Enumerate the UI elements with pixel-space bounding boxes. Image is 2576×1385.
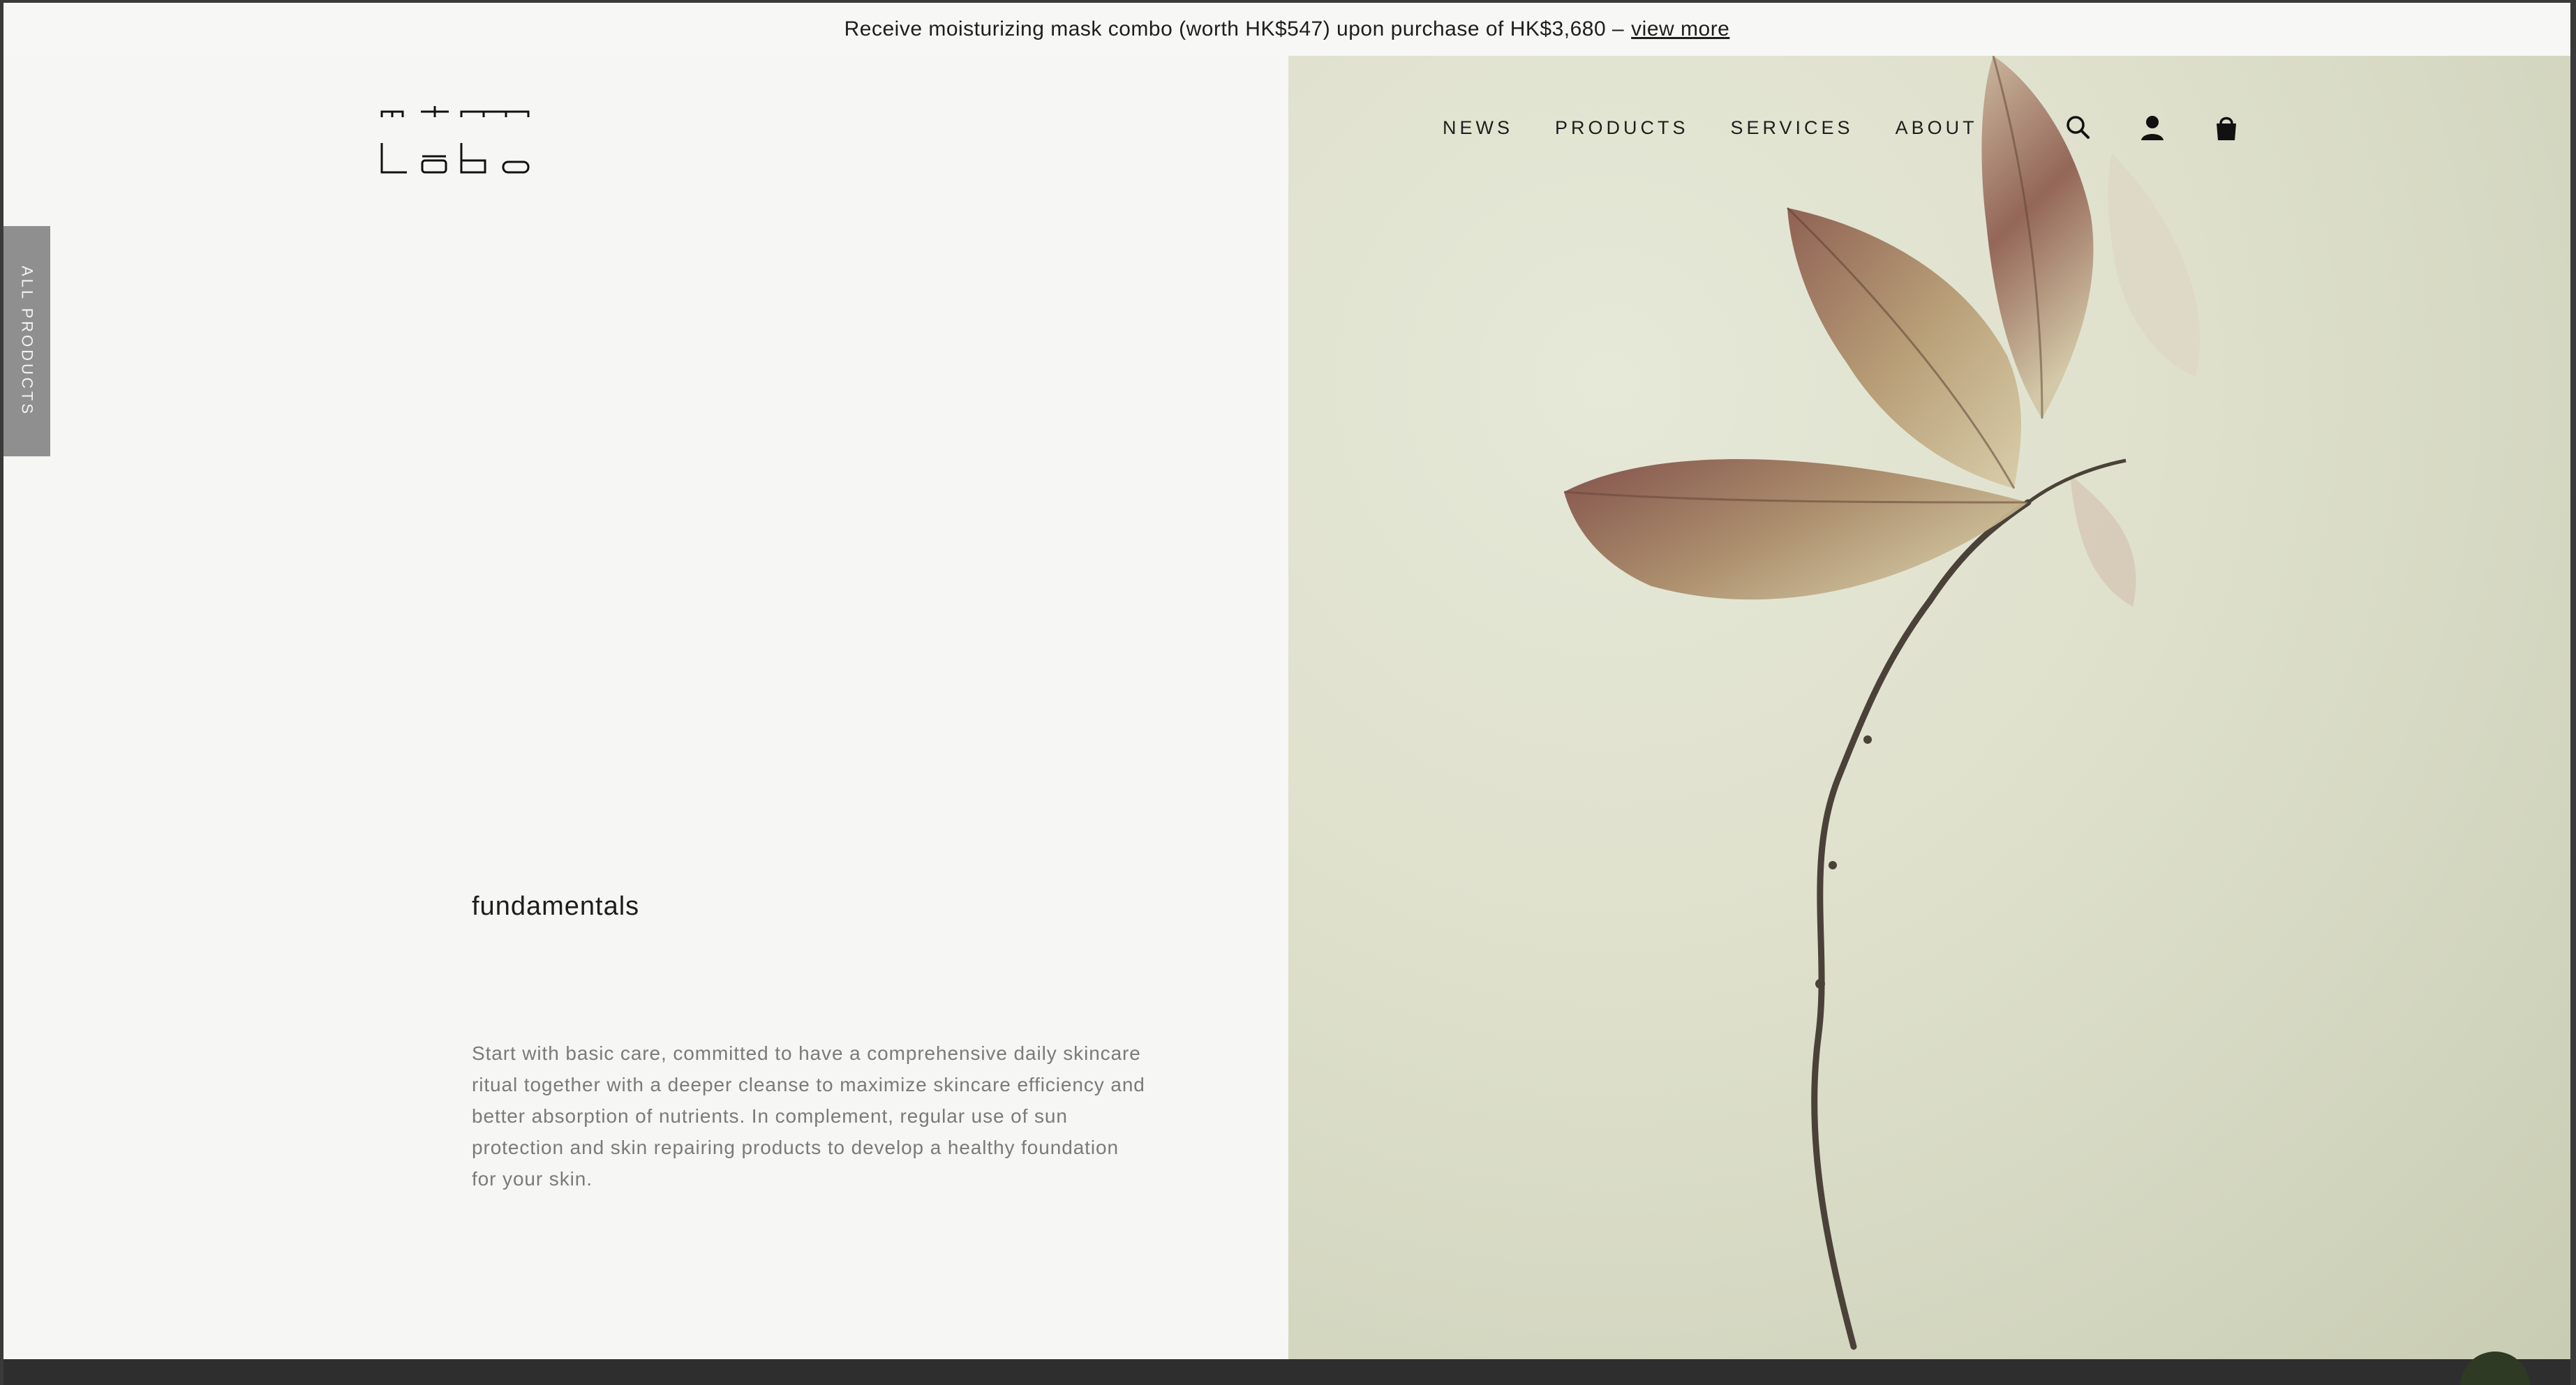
promo-text: Receive moisturizing mask combo (worth H… [844,17,1625,40]
footer-bar [3,1359,2570,1385]
hero-image [1288,56,2570,1359]
nav-item-about[interactable]: ABOUT [1896,117,1978,139]
section-description: Start with basic care, committed to have… [472,1042,1145,1190]
nav-item-news[interactable]: NEWS [1443,117,1513,139]
all-products-side-tab[interactable]: ALL PRODUCTS [3,226,50,456]
promo-view-more-link[interactable]: view more [1631,17,1729,41]
nav-item-services[interactable]: SERVICES [1731,117,1854,139]
logo-mark [380,106,530,174]
cart-icon[interactable] [2211,112,2242,143]
brand-logo[interactable] [379,105,533,174]
nav-item-products[interactable]: PRODUCTS [1555,117,1689,139]
leaf-branch-illustration [1563,56,2200,1350]
side-tab-label: ALL PRODUCTS [18,266,36,417]
promo-bar: Receive moisturizing mask combo (worth H… [3,3,2570,56]
account-icon[interactable] [2137,112,2168,143]
search-icon[interactable] [2063,112,2094,143]
section-title: fundamentals [472,892,640,921]
main-nav: NEWS PRODUCTS SERVICES ABOUT [1443,112,2242,144]
window-frame-right [2570,0,2576,1385]
chat-dots-icon: ••• [2480,1379,2508,1385]
